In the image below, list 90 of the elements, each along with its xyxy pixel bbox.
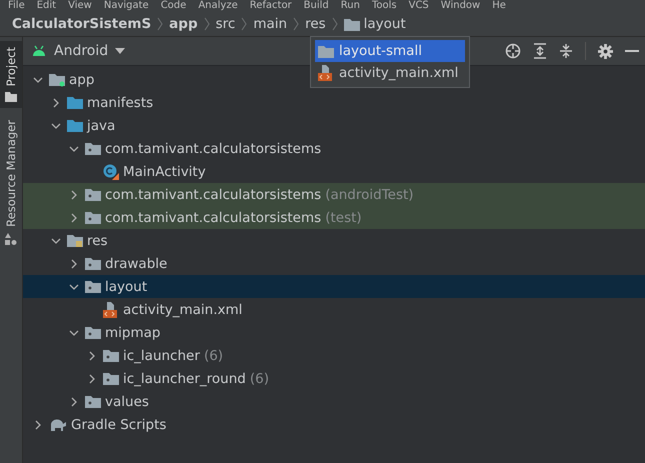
tree-item-label[interactable]: app <box>69 72 94 88</box>
breadcrumb-item[interactable]: res <box>305 16 326 32</box>
tree-item-label[interactable]: values <box>105 394 149 410</box>
tree-item-label[interactable]: com.tamivant.calculatorsistems <box>105 140 322 156</box>
menu-item[interactable]: Analyze <box>198 0 238 12</box>
chevron-icon[interactable] <box>87 350 97 360</box>
view-selector[interactable]: Android <box>23 43 134 59</box>
menu-item[interactable]: Window <box>440 0 480 12</box>
tree-item-label[interactable]: com.tamivant.calculatorsistems (androidTest) <box>105 186 414 202</box>
menu-item[interactable]: He <box>492 0 506 12</box>
tree-item-label[interactable]: manifests <box>87 94 154 110</box>
chevron-icon[interactable] <box>69 258 79 268</box>
menu-item[interactable]: Edit <box>36 0 56 12</box>
chevron-right-icon <box>332 17 338 31</box>
shapes-icon <box>5 233 17 246</box>
resource-folder-icon <box>67 234 83 248</box>
folder-icon <box>318 44 334 58</box>
tree-item-label[interactable]: MainActivity <box>123 164 206 180</box>
class-icon <box>103 164 119 180</box>
package-folder-icon <box>85 257 101 270</box>
chevron-icon[interactable] <box>69 282 79 292</box>
menu-item[interactable]: Tools <box>372 0 397 12</box>
package-folder-icon <box>103 372 119 385</box>
minimize-icon[interactable] <box>625 49 639 53</box>
chevron-icon[interactable] <box>87 374 97 384</box>
folder-icon <box>5 92 17 102</box>
tree-row[interactable]: com.tamivant.calculatorsistems (test) <box>23 206 645 229</box>
locate-icon[interactable] <box>505 43 521 59</box>
chevron-icon[interactable] <box>33 74 43 84</box>
collapse-all-icon[interactable] <box>559 43 573 59</box>
chevron-right-icon <box>204 17 210 31</box>
package-folder-icon <box>85 395 101 408</box>
menu-item[interactable]: Refactor <box>250 0 292 12</box>
chevron-right-icon <box>293 17 300 31</box>
tree-row[interactable]: com.tamivant.calculatorsistems (androidTest) <box>23 183 645 206</box>
dropdown-caret-icon <box>115 48 126 54</box>
chevron-right-icon <box>157 17 164 31</box>
chevron-icon[interactable] <box>51 236 61 246</box>
menu-item[interactable]: View <box>68 0 92 12</box>
breadcrumb-item[interactable]: app <box>169 16 198 32</box>
xml-file-icon <box>318 65 334 81</box>
chevron-icon[interactable] <box>51 120 61 130</box>
breadcrumb-item[interactable]: src <box>216 16 236 32</box>
tool-window-tab[interactable]: Resource Manager <box>0 114 22 252</box>
chevron-icon[interactable] <box>69 328 79 338</box>
tree-item-label[interactable]: ic_launcher_round (6) <box>123 370 270 386</box>
menu-item[interactable]: Code <box>160 0 186 12</box>
tree-item-label[interactable]: drawable <box>105 256 168 272</box>
package-folder-icon <box>85 211 101 224</box>
tool-window-tab[interactable]: Project <box>0 41 22 108</box>
xml-file-icon <box>103 302 119 318</box>
popup-item[interactable]: layout-small <box>315 40 465 62</box>
elephant-icon <box>49 418 67 432</box>
chevron-icon[interactable] <box>33 420 43 430</box>
menu-item[interactable]: File <box>8 0 25 12</box>
chevron-icon[interactable] <box>51 98 61 108</box>
menu-item[interactable]: Navigate <box>104 0 149 12</box>
breadcrumb-item[interactable]: main <box>253 16 288 32</box>
popup-item[interactable]: activity_main.xml <box>315 62 465 84</box>
expand-all-icon[interactable] <box>533 43 547 59</box>
chevron-icon[interactable] <box>69 212 79 222</box>
folder-icon <box>67 96 83 109</box>
tree-item-label[interactable]: res <box>87 232 108 248</box>
package-folder-icon <box>85 188 101 201</box>
package-folder-icon <box>85 280 101 293</box>
tree-item-label[interactable]: mipmap <box>105 324 160 340</box>
package-folder-icon <box>85 326 101 339</box>
chevron-icon[interactable] <box>69 396 79 406</box>
breadcrumb-item[interactable]: CalculatorSistemS <box>12 16 152 32</box>
package-folder-icon <box>103 349 119 362</box>
menu-item[interactable]: Run <box>340 0 360 12</box>
breadcrumb-item[interactable]: layout <box>344 16 406 32</box>
menu-item[interactable]: Build <box>304 0 329 12</box>
menu-item[interactable]: VCS <box>408 0 429 12</box>
tree-item-label[interactable]: activity_main.xml <box>123 302 242 318</box>
module-folder-icon <box>49 72 65 86</box>
chevron-icon[interactable] <box>69 144 79 154</box>
tree-item-label[interactable]: com.tamivant.calculatorsistems (test) <box>105 210 362 226</box>
chevron-right-icon <box>241 17 248 31</box>
tree-row[interactable]: layout <box>23 275 645 298</box>
tree-item-label[interactable]: layout <box>105 278 148 294</box>
tree-item-label[interactable]: ic_launcher (6) <box>123 348 224 364</box>
chevron-icon[interactable] <box>69 190 79 200</box>
tree-item-label[interactable]: java <box>87 118 116 134</box>
tree-item-label[interactable]: Gradle Scripts <box>71 416 166 432</box>
folder-icon <box>344 18 360 30</box>
folder-icon <box>67 119 83 132</box>
settings-icon[interactable] <box>598 44 613 58</box>
android-icon <box>31 45 47 57</box>
package-folder-icon <box>85 142 101 155</box>
